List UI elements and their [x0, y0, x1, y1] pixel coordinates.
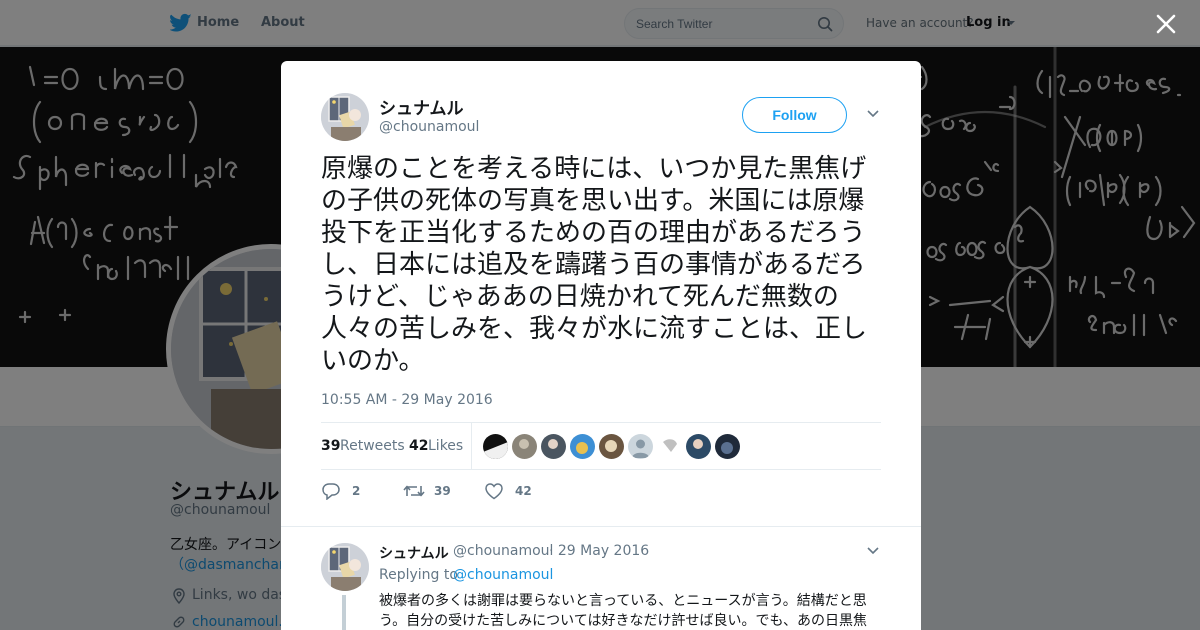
like-count: 42 — [515, 484, 532, 498]
heart-icon — [485, 483, 503, 500]
retweet-count: 39 — [434, 484, 451, 498]
tweet-text: 原爆のことを考える時には、いつか見た黒焦げの子供の死体の写真を思い出す。米国には… — [321, 154, 868, 376]
liker-avatar[interactable] — [715, 434, 740, 459]
tweet-stats: 39 Retweets 42 Likes — [321, 422, 881, 470]
reply-author-name[interactable]: シュナムル — [379, 543, 449, 563]
reply-text: 被爆者の多くは謝罪は要らないと言っている、とニュースが言う。結構だと思う。自分の… — [379, 593, 868, 629]
thread-divider — [281, 518, 921, 527]
liker-avatar[interactable] — [570, 434, 595, 459]
liker-avatar[interactable] — [541, 434, 566, 459]
tweet-modal: シュナムル @chounamoul Follow 原爆のことを考える時には、いつ… — [281, 61, 921, 630]
close-icon[interactable] — [1155, 13, 1177, 35]
tweet-timestamp[interactable]: 10:55 AM - 29 May 2016 — [321, 392, 493, 408]
reply-count: 2 — [352, 484, 361, 498]
liker-avatar[interactable] — [628, 434, 653, 459]
retweets-count[interactable]: 39 — [321, 438, 340, 454]
avatar-illustration — [321, 93, 369, 141]
chevron-down-icon[interactable] — [866, 546, 880, 556]
stats-divider — [471, 423, 472, 469]
thread-line — [342, 595, 346, 630]
likes-label[interactable]: Likes — [428, 438, 463, 454]
follow-button[interactable]: Follow — [742, 97, 847, 133]
likes-count[interactable]: 42 — [409, 438, 428, 454]
tweet-author-avatar[interactable] — [321, 93, 369, 141]
liker-avatar[interactable] — [657, 434, 682, 459]
tweet-author-name[interactable]: シュナムル — [379, 94, 464, 119]
liker-avatar[interactable] — [599, 434, 624, 459]
reply-author-handle[interactable]: @chounamoul — [453, 543, 553, 559]
liker-avatar[interactable] — [483, 434, 508, 459]
retweets-label[interactable]: Retweets — [340, 438, 405, 454]
retweet-icon — [403, 485, 425, 497]
replying-to-label: Replying to — [379, 567, 458, 583]
reply-author-avatar[interactable] — [321, 543, 369, 591]
avatar-illustration — [321, 543, 369, 591]
tweet-actions: 2 39 42 — [321, 481, 881, 501]
reply-date[interactable]: · 29 May 2016 — [549, 543, 649, 559]
liker-avatar[interactable] — [686, 434, 711, 459]
reply-tweet[interactable]: シュナムル @chounamoul · 29 May 2016 Replying… — [281, 528, 921, 630]
replying-to-handle[interactable]: @chounamoul — [453, 567, 553, 583]
tweet-author-handle[interactable]: @chounamoul — [379, 119, 479, 135]
liker-avatar[interactable] — [512, 434, 537, 459]
reply-icon — [322, 483, 340, 500]
chevron-down-icon[interactable] — [866, 109, 880, 119]
